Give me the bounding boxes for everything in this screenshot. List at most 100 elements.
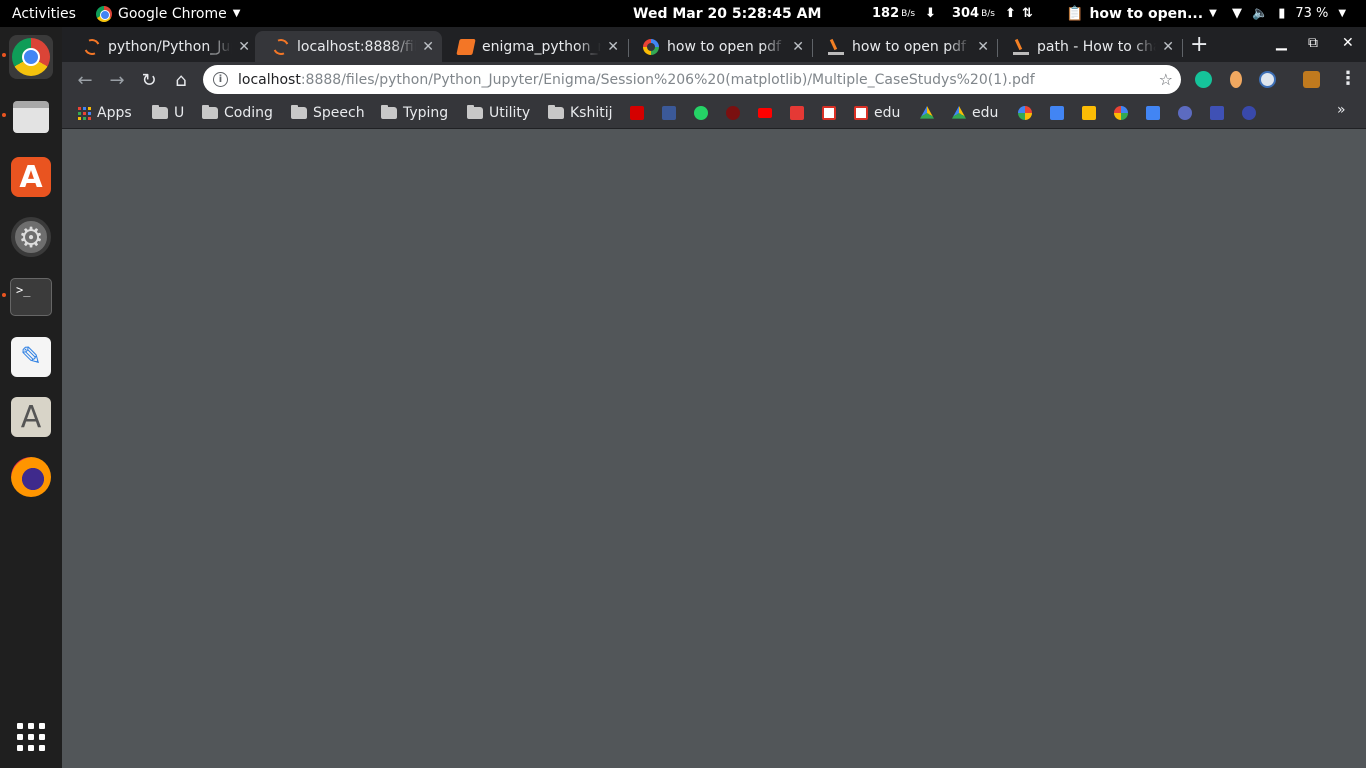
dock-firefox[interactable]: [9, 455, 53, 499]
dock-chrome[interactable]: [9, 35, 53, 79]
bookmark-google[interactable]: [1114, 102, 1128, 124]
folder-icon: [381, 105, 397, 119]
minimize-icon[interactable]: ▁: [1276, 35, 1287, 51]
folder-icon: [548, 105, 564, 119]
bookmark-photos[interactable]: [1018, 102, 1032, 124]
system-tray[interactable]: ▼ 🔈 ▮ 73 % ▼: [1232, 0, 1346, 27]
files-icon: [13, 101, 49, 133]
dock-font-viewer[interactable]: A: [9, 395, 53, 439]
maximize-icon[interactable]: ⧉: [1308, 35, 1318, 51]
address-bar[interactable]: i localhost:8888/files/python/Python_Jup…: [203, 65, 1181, 94]
tab-stackoverflow-2[interactable]: path - How to cha ✕: [995, 31, 1182, 62]
bookmark-facebook[interactable]: [662, 102, 676, 124]
youtube-icon: [758, 108, 772, 118]
bookmark-label: Coding: [224, 105, 273, 121]
folder-icon: [291, 105, 307, 119]
bookmarks-overflow-icon[interactable]: »: [1337, 102, 1346, 118]
l-logo-icon: [630, 106, 644, 120]
tab-localhost-files[interactable]: localhost:8888/files ✕: [255, 31, 442, 62]
bookmark-folder-kshitij[interactable]: Kshitij: [548, 102, 613, 124]
extension-icon[interactable]: [1259, 71, 1276, 88]
gmail-icon: [822, 106, 836, 120]
dark-logo-icon: [1242, 106, 1256, 120]
bookmark-translate[interactable]: [1146, 102, 1160, 124]
gnome-top-bar: Activities Google Chrome ▼ Wed Mar 20 5:…: [0, 0, 1366, 27]
home-button[interactable]: ⌂: [168, 67, 194, 93]
folder-icon: [152, 105, 168, 119]
dock-software-center[interactable]: A: [9, 155, 53, 199]
dock-text-editor[interactable]: ✎: [9, 335, 53, 379]
tab-enigma-python[interactable]: enigma_python_n ✕: [440, 31, 627, 62]
bookmark-folder-u[interactable]: U: [152, 102, 184, 124]
bookmark-contacts[interactable]: [1050, 102, 1064, 124]
app-menu[interactable]: Google Chrome ▼: [96, 0, 240, 27]
whatsapp-icon: [694, 106, 708, 120]
dock-files[interactable]: [9, 95, 53, 139]
forward-button[interactable]: →: [104, 67, 130, 93]
wifi-icon: ▼: [1232, 6, 1242, 21]
home-icon: ⌂: [175, 69, 187, 91]
folder-icon: [467, 105, 483, 119]
clock[interactable]: Wed Mar 20 5:28:45 AM: [633, 0, 821, 27]
info-icon[interactable]: i: [213, 72, 228, 87]
bookmark-apps[interactable]: Apps: [78, 102, 132, 124]
bookmark-label: Utility: [489, 105, 531, 121]
bookmark-whatsapp[interactable]: [694, 102, 708, 124]
volume-icon: 🔈: [1252, 6, 1269, 21]
tab-google-search[interactable]: how to open pdf f ✕: [625, 31, 812, 62]
bookmark-gmail-edu[interactable]: edu: [854, 102, 900, 124]
bookmark-youtube[interactable]: [758, 102, 772, 124]
bookmark-folder-utility[interactable]: Utility: [467, 102, 530, 124]
network-speed-indicator[interactable]: 182 B/s ⬇ 304 B/s ⬆ ⇅: [872, 0, 1033, 27]
bookmark-calendar[interactable]: [1210, 102, 1224, 124]
close-icon[interactable]: ✕: [977, 39, 989, 55]
stackoverflow-icon: [1013, 39, 1029, 55]
upload-unit: B/s: [981, 8, 995, 19]
bookmark-keep[interactable]: [1082, 102, 1096, 124]
activities-button[interactable]: Activities: [12, 0, 76, 27]
arrow-up-icon: ⬆: [1005, 6, 1016, 21]
jupyter-icon: [81, 36, 103, 57]
notification-indicator[interactable]: 📋 how to open... ▼: [1066, 0, 1217, 27]
close-icon[interactable]: ✕: [238, 39, 250, 55]
bookmark-red-logo[interactable]: [726, 102, 740, 124]
dock-settings[interactable]: ⚙: [9, 215, 53, 259]
new-tab-button[interactable]: +: [1190, 32, 1208, 57]
bookmark-g-logo[interactable]: [790, 102, 804, 124]
close-window-icon[interactable]: ✕: [1342, 35, 1354, 51]
bookmark-folder-typing[interactable]: Typing: [381, 102, 448, 124]
bookmark-drive-edu[interactable]: edu: [952, 102, 998, 124]
star-icon[interactable]: ☆: [1159, 70, 1173, 89]
bookmark-l[interactable]: [630, 102, 644, 124]
bookmark-dark-logo[interactable]: [1242, 102, 1256, 124]
bookmark-label: Typing: [403, 105, 449, 121]
bookmark-gmail[interactable]: [822, 102, 836, 124]
transfer-arrows-icon: ⇅: [1021, 6, 1033, 21]
close-icon[interactable]: ✕: [792, 39, 804, 55]
show-applications-button[interactable]: [9, 715, 53, 759]
tab-stackoverflow-1[interactable]: how to open pdf f ✕: [810, 31, 997, 62]
notification-text: how to open...: [1089, 5, 1204, 22]
extension-icon[interactable]: [1303, 71, 1320, 88]
bookmark-drive[interactable]: [920, 102, 934, 124]
grammarly-icon[interactable]: [1195, 71, 1212, 88]
tab-python-jupyter[interactable]: python/Python_Jupyter ✕: [66, 31, 258, 62]
folder-icon: [202, 105, 218, 119]
close-icon[interactable]: ✕: [607, 39, 619, 55]
google-drive-icon: [920, 106, 934, 119]
more-options-icon[interactable]: ⋮: [1339, 68, 1357, 89]
bookmark-folder-speech[interactable]: Speech: [291, 102, 365, 124]
close-icon[interactable]: ✕: [1162, 39, 1174, 55]
close-icon[interactable]: ✕: [422, 39, 434, 55]
extension-icon[interactable]: [1230, 71, 1242, 88]
google-icon: [643, 38, 659, 55]
back-button[interactable]: ←: [72, 67, 98, 93]
pdf-viewer-area[interactable]: [62, 129, 1366, 768]
bookmark-purple-logo[interactable]: [1178, 102, 1192, 124]
font-icon: A: [11, 397, 51, 437]
dock-terminal[interactable]: >_: [9, 275, 53, 319]
tab-label: how to open pdf f: [852, 38, 972, 55]
bookmark-label: Apps: [97, 105, 132, 121]
reload-button[interactable]: ↻: [136, 67, 162, 93]
bookmark-folder-coding[interactable]: Coding: [202, 102, 273, 124]
